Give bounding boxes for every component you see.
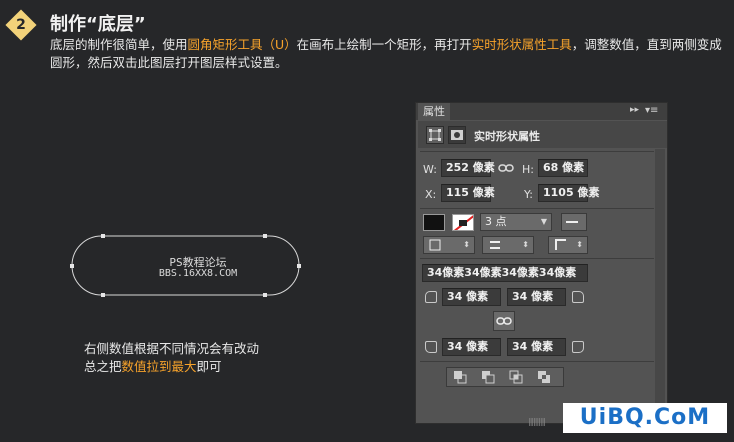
line-style-icon (566, 221, 578, 223)
radius-bottom-left-field[interactable]: 34 像素 (442, 338, 501, 356)
properties-type-row: 实时形状属性 (418, 121, 667, 148)
mask-icon (451, 130, 463, 140)
radius-bottom-right-field[interactable]: 34 像素 (507, 338, 566, 356)
divider (420, 258, 654, 259)
watermark-logo: UiBQ.CoM (563, 403, 727, 433)
chevron-updown-icon: ⬍ (522, 240, 529, 249)
divider (420, 208, 654, 209)
desc-highlight-tool: 圆角矩形工具（U） (187, 37, 297, 52)
chevron-updown-icon: ⬍ (576, 240, 583, 249)
corner-radius-summary[interactable]: 34像素34像素34像素34像素 (422, 264, 588, 282)
width-label: W: (423, 163, 437, 176)
stroke-caps-dropdown[interactable]: ⬍ (482, 236, 534, 254)
desc-highlight-properties: 实时形状属性工具 (471, 37, 572, 52)
panel-menu-icon[interactable]: ▾≡ (645, 105, 658, 116)
stroke-width-value: 3 点 (485, 215, 507, 228)
anchor-handle (297, 264, 301, 268)
corner-tr-icon (572, 291, 584, 303)
note-text: 右侧数值根据不同情况会有改动 总之把数值拉到最大即可 (84, 340, 259, 376)
desc-text-1: 底层的制作很简单，使用 (50, 37, 188, 52)
desc-text-2: 在画布上绘制一个矩形，再打开 (296, 37, 472, 52)
exclude-overlap-icon (538, 371, 550, 383)
shape-text-url: BBS.16XX8.COM (158, 268, 238, 279)
mask-properties-icon[interactable] (448, 126, 466, 144)
path-operations-group (446, 367, 564, 387)
link-icon (496, 317, 512, 325)
stroke-align-icon (429, 239, 441, 251)
radius-top-left-field[interactable]: 34 像素 (442, 288, 501, 306)
no-stroke-icon (453, 215, 473, 230)
corner-join-icon (555, 239, 566, 250)
intersect-icon (509, 370, 523, 384)
note-line-1: 右侧数值根据不同情况会有改动 (84, 341, 260, 356)
height-field[interactable]: 68 像素 (538, 159, 588, 177)
y-label: Y: (524, 188, 533, 201)
height-label: H: (522, 163, 534, 176)
transform-box-icon (429, 129, 441, 141)
chevron-down-icon: ▼ (540, 217, 547, 226)
anchor-handle (101, 234, 105, 238)
radius-top-right-field[interactable]: 34 像素 (507, 288, 566, 306)
stroke-width-dropdown[interactable]: 3 点 ▼ (480, 213, 552, 231)
note-highlight: 数值拉到最大 (121, 359, 197, 374)
shape-properties-icon[interactable] (426, 126, 444, 144)
page-title: 制作“底层” (50, 14, 146, 35)
link-icon[interactable] (497, 160, 515, 180)
resize-grip-icon[interactable]: |||||||||| (528, 417, 546, 426)
width-field[interactable]: 252 像素 (441, 159, 495, 177)
anchor-handle (263, 293, 267, 297)
subtract-front-icon (482, 371, 495, 384)
fill-color-swatch[interactable] (423, 214, 445, 231)
note-text-b: 即可 (196, 359, 222, 374)
anchor-handle (101, 293, 105, 297)
anchor-handle (263, 234, 267, 238)
anchor-handle (70, 264, 74, 268)
link-radius-button[interactable] (493, 311, 515, 331)
corner-bl-icon (425, 341, 437, 353)
collapse-icon[interactable]: ▸▸ (630, 105, 639, 115)
description: 底层的制作很简单，使用圆角矩形工具（U）在画布上绘制一个矩形，再打开实时形状属性… (50, 36, 730, 72)
tab-properties[interactable]: 属性 (418, 103, 450, 120)
combine-shapes-icon (454, 371, 467, 384)
path-ops-icons (454, 370, 550, 384)
panel-scrollbar[interactable] (655, 149, 665, 417)
x-label: X: (425, 188, 437, 201)
chevron-updown-icon: ⬍ (463, 240, 470, 249)
corner-tl-icon (425, 291, 437, 303)
line-caps-icon (490, 241, 500, 249)
stroke-color-swatch[interactable] (452, 214, 474, 231)
note-line-2: 总之把数值拉到最大即可 (84, 358, 259, 376)
stroke-corners-dropdown[interactable]: ⬍ (548, 236, 588, 254)
panel-header: 属性 ▸▸ ▾≡ (416, 103, 667, 120)
divider (420, 151, 654, 152)
divider (420, 361, 654, 362)
note-text-a: 总之把 (84, 359, 122, 374)
properties-panel: 属性 ▸▸ ▾≡ 实时形状属性 W: 252 像素 H: 68 像素 X: 11… (415, 102, 668, 426)
y-field[interactable]: 1105 像素 (538, 184, 599, 202)
stroke-type-dropdown[interactable] (561, 213, 587, 231)
step-number: 2 (16, 17, 26, 33)
stroke-align-dropdown[interactable]: ⬍ (423, 236, 475, 254)
corner-br-icon (572, 341, 584, 353)
live-shape-properties-label: 实时形状属性 (474, 130, 540, 143)
x-field[interactable]: 115 像素 (441, 184, 495, 202)
